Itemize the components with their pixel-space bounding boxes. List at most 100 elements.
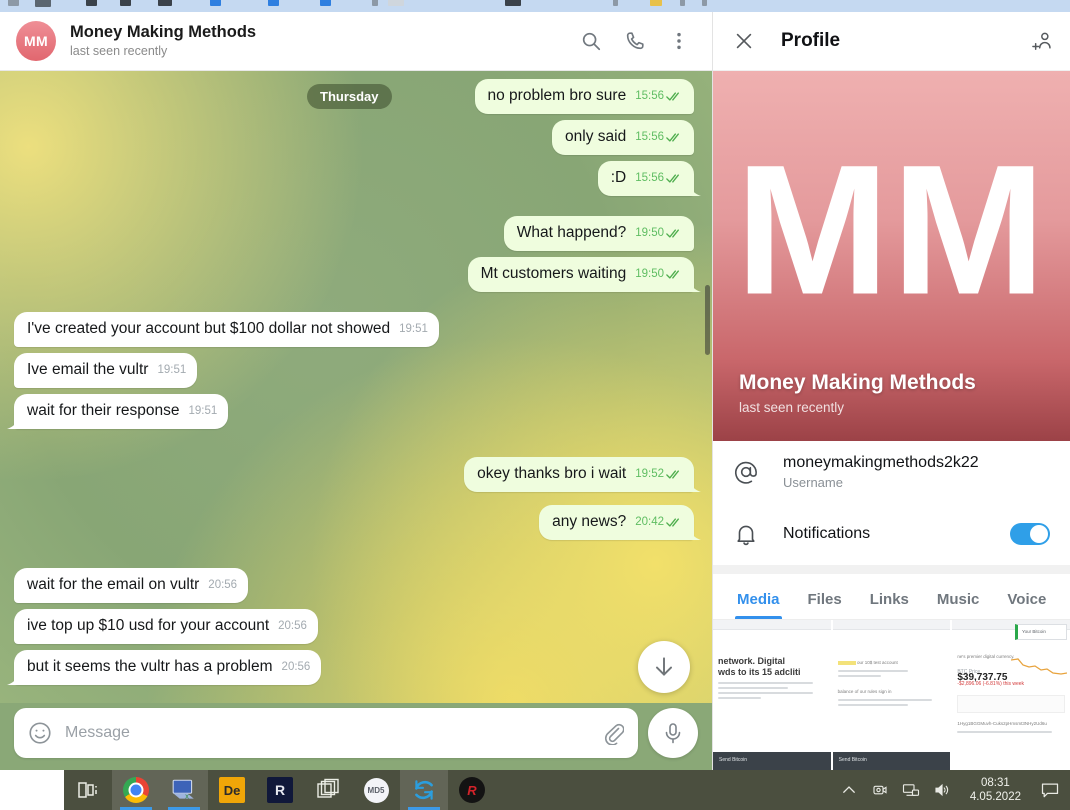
media-grid: network. Digital wds to its 15 adcliti S… xyxy=(713,620,1070,770)
message-text: What happend? xyxy=(516,224,627,241)
username-value: moneymakingmethods2k22 xyxy=(783,454,979,471)
thumb-headline-2: wds to its 15 adcliti xyxy=(718,667,801,677)
volume-icon[interactable] xyxy=(933,781,951,799)
taskbar-apps: x De R MD5 R xyxy=(64,770,496,810)
windows-taskbar: x De R MD5 R 08:31 4.05.2022 xyxy=(0,770,1070,810)
chat-header-text[interactable]: Money Making Methods last seen recently xyxy=(70,22,580,60)
md5-icon[interactable]: MD5 xyxy=(352,770,400,810)
window-stack-icon[interactable] xyxy=(304,770,352,810)
thumb-headline: network. Digital xyxy=(718,656,786,666)
monitor-icon[interactable]: x xyxy=(160,770,208,810)
paperclip-icon[interactable] xyxy=(600,721,625,746)
tab-voice[interactable]: Voice xyxy=(1007,591,1046,619)
search-icon[interactable] xyxy=(580,30,602,52)
composer-field[interactable] xyxy=(14,707,638,758)
add-user-icon[interactable] xyxy=(1032,30,1054,52)
system-tray: 08:31 4.05.2022 xyxy=(840,776,1070,804)
message-bubble[interactable]: only said 15:56 xyxy=(552,120,694,155)
thumb-note-2: balance of our rules sign in xyxy=(837,689,892,694)
thumb-note-1: our 10$ test account xyxy=(837,660,946,666)
message-bubble[interactable]: any news? 20:42 xyxy=(539,505,694,540)
message-bubble[interactable]: okey thanks bro i wait 19:52 xyxy=(464,457,694,492)
message-meta: 19:50 xyxy=(635,224,683,243)
tab-music[interactable]: Music xyxy=(937,591,980,619)
message-bubble[interactable]: What happend? 19:50 xyxy=(503,216,694,251)
network-icon[interactable] xyxy=(902,781,920,799)
de-icon[interactable]: De xyxy=(208,770,256,810)
profile-row-username[interactable]: moneymakingmethods2k22 Username xyxy=(713,441,1070,503)
message-meta: 20:42 xyxy=(635,513,683,532)
avatar[interactable]: MM xyxy=(16,21,56,61)
profile-cover[interactable]: MM Money Making Methods last seen recent… xyxy=(713,71,1070,441)
profile-row-notifications[interactable]: Notifications xyxy=(713,503,1070,565)
media-thumbnail[interactable]: our 10$ test account balance of our rule… xyxy=(832,620,951,770)
browser-bookmark-strip xyxy=(0,0,1070,12)
chat-pane: MM Money Making Methods last seen recent… xyxy=(0,12,712,770)
message-list[interactable]: Thursday no problem bro sure 15:56 only … xyxy=(0,71,712,703)
message-row: wait for the email on vultr 20:56 xyxy=(14,568,694,603)
message-bubble[interactable]: Ive email the vultr 19:51 xyxy=(14,353,198,388)
at-icon xyxy=(733,459,759,485)
thumb-footer: Send Bitcoin xyxy=(832,752,951,770)
thumb-footer: Send Bitcoin xyxy=(713,752,831,770)
redline-icon-label: R xyxy=(459,777,485,803)
smile-icon[interactable] xyxy=(27,720,53,746)
message-text: Ive email the vultr xyxy=(27,361,149,378)
message-bubble[interactable]: ive top up $10 usd for your account 20:5… xyxy=(14,609,318,644)
call-icon[interactable] xyxy=(624,30,646,52)
tab-links[interactable]: Links xyxy=(870,591,909,619)
tab-media[interactable]: Media xyxy=(735,591,782,619)
message-text: any news? xyxy=(552,513,627,530)
start-button[interactable] xyxy=(0,770,64,810)
message-text: ive top up $10 usd for your account xyxy=(27,617,270,634)
clock[interactable]: 08:31 4.05.2022 xyxy=(964,776,1027,804)
message-text: Mt customers waiting xyxy=(480,265,627,282)
task-view-icon[interactable] xyxy=(64,770,112,810)
chat-scrollbar[interactable] xyxy=(705,285,710,355)
notifications-toggle[interactable] xyxy=(1010,523,1050,545)
message-text: only said xyxy=(565,128,627,145)
message-bubble[interactable]: :D 15:56 xyxy=(597,161,694,196)
message-bubble[interactable]: Mt customers waiting 19:50 xyxy=(467,257,694,292)
read-receipt-icon xyxy=(666,469,683,480)
message-time: 19:51 xyxy=(157,364,187,376)
camera-icon[interactable] xyxy=(871,781,889,799)
read-receipt-icon xyxy=(666,91,683,102)
message-row: but it seems the vultr has a problem 20:… xyxy=(14,650,694,685)
read-receipt-icon xyxy=(666,228,683,239)
action-center-icon[interactable] xyxy=(1040,780,1060,800)
message-row: What happend? 19:50 xyxy=(14,216,694,251)
media-thumbnail[interactable]: Your Bitcoin ne's premier digital curren… xyxy=(952,620,1070,770)
r-app-icon[interactable]: R xyxy=(256,770,304,810)
close-icon[interactable] xyxy=(733,30,755,52)
username-label: Username xyxy=(783,475,843,490)
microphone-icon[interactable] xyxy=(648,707,698,758)
thumb-cta-button: Your Bitcoin xyxy=(1015,624,1068,640)
sync-icon[interactable] xyxy=(400,770,448,810)
message-meta: 19:51 xyxy=(399,320,428,339)
media-thumbnail[interactable]: network. Digital wds to its 15 adcliti S… xyxy=(713,620,831,770)
thumb-titlebar xyxy=(832,620,951,630)
message-bubble[interactable]: I've created your account but $100 dolla… xyxy=(14,312,439,347)
message-bubble[interactable]: no problem bro sure 15:56 xyxy=(474,79,694,114)
message-time: 19:51 xyxy=(188,405,218,417)
svg-text:x: x xyxy=(185,792,189,801)
more-menu-icon[interactable] xyxy=(668,30,690,52)
chrome-icon[interactable] xyxy=(112,770,160,810)
message-bubble[interactable]: but it seems the vultr has a problem 20:… xyxy=(14,650,322,685)
message-input[interactable] xyxy=(65,723,588,742)
redline-icon[interactable]: R xyxy=(448,770,496,810)
message-meta: 19:51 xyxy=(189,402,218,421)
message-row: ive top up $10 usd for your account 20:5… xyxy=(14,609,694,644)
profile-header: Profile xyxy=(713,12,1070,71)
message-bubble[interactable]: wait for their response 19:51 xyxy=(14,394,229,429)
tab-files[interactable]: Files xyxy=(808,591,842,619)
message-time: 19:50 xyxy=(635,268,664,280)
scroll-to-bottom-button[interactable] xyxy=(638,641,690,693)
message-row: :D 15:56 xyxy=(14,161,694,196)
message-bubble[interactable]: wait for the email on vultr 20:56 xyxy=(14,568,249,603)
chevron-up-icon[interactable] xyxy=(840,781,858,799)
